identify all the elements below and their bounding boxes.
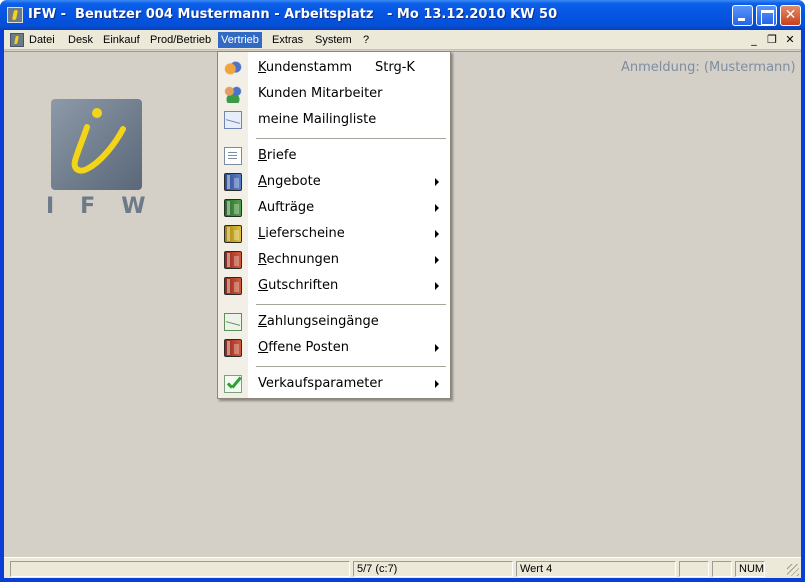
menu-item-offene-posten[interactable]: Offene Posten (218, 335, 450, 361)
status-bar: 5/7 (c:7) Wert 4 NUM (4, 557, 801, 578)
red-folder-icon (224, 277, 242, 295)
menu-item-label: Gutschriften (258, 278, 339, 293)
app-logo-icon[interactable] (7, 7, 23, 23)
blue-folder-icon (224, 173, 242, 191)
ifw-logo-mark-icon (71, 108, 126, 174)
menu-item-label: Aufträge (258, 200, 315, 215)
close-icon: ✕ (784, 7, 797, 23)
red-folder-icon (224, 251, 242, 269)
mdi-app-icon[interactable] (10, 33, 24, 47)
status-record: 5/7 (c:7) (353, 561, 513, 577)
mdi-restore-button[interactable]: ❐ (765, 33, 779, 47)
menu-item-kunden-mitarbeiter[interactable]: Kunden Mitarbeiter (218, 81, 450, 107)
menu-extras[interactable]: Extras (269, 32, 306, 48)
mailing-icon (224, 111, 242, 129)
people-icon (224, 85, 242, 103)
menu-prod-betrieb[interactable]: Prod/Betrieb (147, 32, 214, 48)
close-button[interactable]: ✕ (780, 5, 801, 26)
menu-item-gutschriften[interactable]: Gutschriften (218, 273, 450, 299)
menu-item-label: Briefe (258, 148, 297, 163)
checkmark-icon (224, 375, 242, 393)
submenu-arrow-icon (435, 230, 439, 238)
submenu-arrow-icon (435, 380, 439, 388)
submenu-arrow-icon (435, 344, 439, 352)
yellow-folder-icon (224, 225, 242, 243)
menu-item-verkaufsparameter[interactable]: Verkaufsparameter (218, 371, 450, 397)
menu-item-label: Zahlungseingänge (258, 314, 379, 329)
menu-item-rechnungen[interactable]: Rechnungen (218, 247, 450, 273)
menu-vertrieb[interactable]: Vertrieb (218, 32, 262, 48)
payment-mail-icon (224, 313, 242, 331)
menu-item-kundenstamm[interactable]: Kundenstamm Strg-K (218, 55, 450, 81)
ifw-logo (51, 99, 142, 190)
menu-item-label: Kunden Mitarbeiter (258, 86, 383, 101)
menu-item-label: meine Mailingliste (258, 112, 377, 127)
menu-item-angebote[interactable]: Angebote (218, 169, 450, 195)
menu-item-label: Offene Posten (258, 340, 349, 355)
menu-item-auftraege[interactable]: Aufträge (218, 195, 450, 221)
menu-item-briefe[interactable]: Briefe (218, 143, 450, 169)
window-title: IFW - Benutzer 004 Mustermann - Arbeitsp… (28, 7, 558, 22)
menu-separator (256, 366, 446, 367)
menu-item-label: Kundenstamm (258, 60, 353, 75)
handshake-icon (224, 59, 242, 77)
maximize-button[interactable] (756, 5, 777, 26)
menu-desk[interactable]: Desk (65, 32, 96, 48)
resize-grip[interactable] (787, 564, 799, 576)
logo-wordmark: IFW (46, 194, 172, 219)
menu-item-shortcut: Strg-K (375, 60, 415, 75)
document-icon (224, 147, 242, 165)
submenu-arrow-icon (435, 204, 439, 212)
menu-separator (256, 304, 446, 305)
menu-item-label: Rechnungen (258, 252, 340, 267)
menu-item-zahlungseingaenge[interactable]: Zahlungseingänge (218, 309, 450, 335)
status-value: Wert 4 (516, 561, 676, 577)
title-bar[interactable]: IFW - Benutzer 004 Mustermann - Arbeitsp… (0, 0, 805, 30)
status-panel-empty2 (712, 561, 732, 577)
menu-help[interactable]: ? (360, 32, 372, 48)
mdi-minimize-button[interactable]: _ (747, 33, 761, 47)
vertrieb-dropdown-menu: Kundenstamm Strg-K Kunden Mitarbeiter me… (217, 51, 451, 399)
menu-einkauf[interactable]: Einkauf (100, 32, 143, 48)
status-num: NUM (735, 561, 765, 577)
status-panel-empty1 (679, 561, 709, 577)
mdi-close-button[interactable]: ✕ (783, 33, 797, 47)
menu-item-mailingliste[interactable]: meine Mailingliste (218, 107, 450, 133)
login-status: Anmeldung: (Mustermann) (621, 60, 796, 75)
red-folder-icon (224, 339, 242, 357)
menu-system[interactable]: System (312, 32, 355, 48)
minimize-button[interactable] (732, 5, 753, 26)
menu-bar: Datei Desk Einkauf Prod/Betrieb Vertrieb… (4, 30, 801, 50)
menu-item-lieferscheine[interactable]: Lieferscheine (218, 221, 450, 247)
menu-datei[interactable]: Datei (26, 32, 58, 48)
menu-item-label: Verkaufsparameter (258, 376, 383, 391)
submenu-arrow-icon (435, 282, 439, 290)
submenu-arrow-icon (435, 178, 439, 186)
menu-item-label: Lieferscheine (258, 226, 345, 241)
menu-item-label: Angebote (258, 174, 321, 189)
menu-separator (256, 138, 446, 139)
submenu-arrow-icon (435, 256, 439, 264)
status-panel-main (10, 561, 350, 577)
green-folder-icon (224, 199, 242, 217)
